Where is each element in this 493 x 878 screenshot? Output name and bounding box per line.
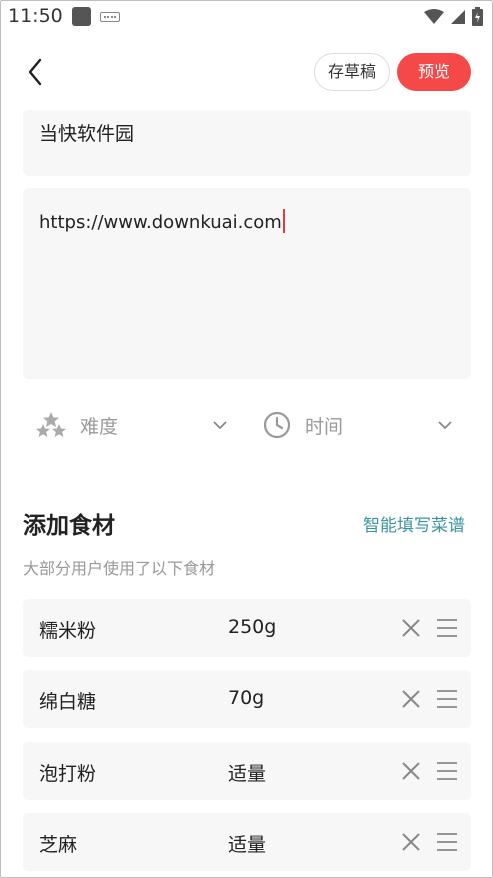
ingredient-amount[interactable]: 70g (228, 687, 264, 709)
ingredient-name[interactable]: 泡打粉 (39, 759, 96, 786)
ingredient-amount[interactable]: 250g (228, 616, 276, 638)
title-field-value: 当快软件园 (39, 123, 135, 145)
close-icon[interactable] (400, 831, 422, 853)
battery-icon (472, 7, 483, 26)
chevron-down-icon (438, 421, 452, 430)
ingredient-row: 泡打粉 适量 (23, 742, 471, 800)
ingredient-name[interactable]: 芝麻 (39, 830, 77, 857)
difficulty-selector[interactable]: 难度 (36, 404, 228, 446)
drag-handle-icon[interactable] (436, 760, 458, 782)
ingredient-row: 芝麻 适量 (23, 813, 471, 871)
status-time: 11:50 (8, 5, 63, 27)
status-bar: 11:50 (0, 0, 493, 32)
ingredient-row: 绵白糖 70g (23, 670, 471, 728)
description-field-value: https://www.downkuai.com (39, 212, 282, 233)
editor-header: 存草稿 预览 (0, 40, 493, 104)
ingredients-title: 添加食材 (23, 513, 115, 539)
save-draft-button[interactable]: 存草稿 (314, 53, 390, 91)
wifi-icon (424, 8, 444, 24)
difficulty-label: 难度 (80, 415, 119, 438)
title-field[interactable]: 当快软件园 (23, 110, 471, 176)
signal-icon (451, 9, 465, 24)
time-selector[interactable]: 时间 (263, 404, 453, 446)
chevron-down-icon (213, 421, 227, 430)
smart-fill-link[interactable]: 智能填写菜谱 (363, 511, 465, 536)
back-icon[interactable] (22, 54, 50, 90)
drag-handle-icon[interactable] (436, 831, 458, 853)
close-icon[interactable] (400, 688, 422, 710)
time-label: 时间 (305, 415, 344, 438)
close-icon[interactable] (400, 617, 422, 639)
app-notification-icon (72, 7, 91, 26)
keyboard-icon (100, 12, 120, 22)
preview-button[interactable]: 预览 (397, 53, 471, 91)
description-field[interactable]: https://www.downkuai.com (23, 188, 471, 379)
text-cursor (282, 209, 285, 233)
ingredient-amount[interactable]: 适量 (228, 830, 266, 857)
ingredient-name[interactable]: 糯米粉 (39, 616, 96, 643)
ingredient-name[interactable]: 绵白糖 (39, 687, 96, 714)
clock-icon (263, 411, 291, 439)
stars-icon (36, 412, 66, 437)
ingredient-row: 糯米粉 250g (23, 599, 471, 657)
ingredients-hint: 大部分用户使用了以下食材 (23, 559, 216, 578)
close-icon[interactable] (400, 760, 422, 782)
ingredient-amount[interactable]: 适量 (228, 759, 266, 786)
drag-handle-icon[interactable] (436, 617, 458, 639)
drag-handle-icon[interactable] (436, 688, 458, 710)
